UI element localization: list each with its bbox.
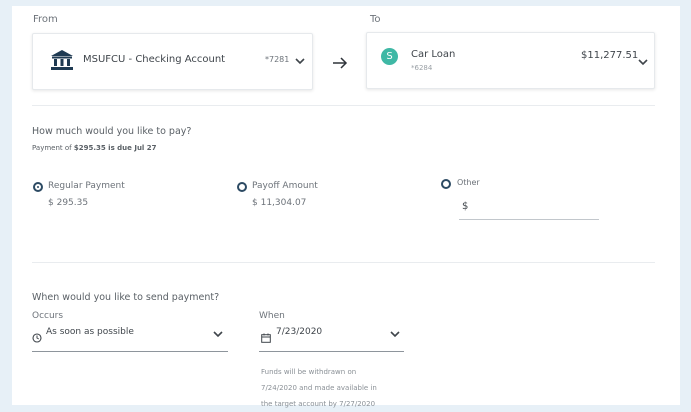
chevron-down-icon [213, 331, 223, 338]
payment-due-prefix: Payment of [32, 144, 74, 152]
when-date-select[interactable]: When 7/23/2020 [259, 311, 404, 357]
payment-due-text: Payment of $295.35 is due Jul 27 [32, 144, 157, 152]
chevron-down-icon [295, 58, 305, 65]
calendar-icon [261, 328, 271, 347]
other-amount-label: Other [457, 178, 480, 187]
to-account-mask: *6284 [411, 64, 433, 72]
regular-payment-label: Regular Payment [48, 181, 125, 191]
bank-icon [51, 50, 73, 74]
clock-icon [32, 328, 42, 347]
radio-unselected-icon[interactable] [237, 182, 247, 192]
note-line: Funds will be withdrawn on [261, 368, 357, 376]
radio-selected-icon[interactable] [33, 182, 43, 192]
when-value: 7/23/2020 [276, 327, 323, 337]
account-avatar: S [381, 48, 398, 65]
payment-question: How much would you like to pay? [32, 126, 192, 137]
when-label: When [259, 311, 285, 321]
chevron-down-icon [390, 331, 400, 338]
occurs-label: Occurs [32, 311, 64, 321]
payoff-amount-label: Payoff Amount [252, 181, 318, 191]
regular-payment-option[interactable]: Regular Payment $ 295.35 [32, 181, 182, 211]
payoff-amount-value: $ 11,304.07 [252, 198, 307, 208]
other-amount-underline [459, 219, 599, 220]
other-amount-option[interactable]: Other $ [441, 178, 601, 226]
chevron-down-icon [638, 59, 648, 66]
from-account-select[interactable]: MSUFCU - Checking Account *7281 [32, 33, 313, 90]
other-amount-input[interactable]: $ [462, 201, 468, 212]
occurs-value: As soon as possible [46, 327, 134, 337]
to-label: To [370, 14, 381, 25]
occurs-select[interactable]: Occurs As soon as possible [32, 311, 228, 357]
transfer-panel: From MSUFCU - Checking Account *7281 To … [12, 6, 680, 408]
from-account-name: MSUFCU - Checking Account [83, 54, 226, 65]
schedule-question: When would you like to send payment? [32, 292, 220, 303]
occurs-underline [32, 351, 228, 352]
regular-payment-amount: $ 295.35 [48, 198, 89, 208]
divider [32, 105, 655, 106]
to-account-select[interactable]: S Car Loan *6284 $11,277.51 [366, 32, 655, 89]
to-account-name: Car Loan [411, 49, 456, 60]
from-label: From [33, 14, 58, 25]
radio-unselected-icon[interactable] [441, 179, 451, 189]
payoff-amount-option[interactable]: Payoff Amount $ 11,304.07 [236, 181, 386, 211]
when-underline [259, 351, 404, 352]
note-line: the target account by 7/27/2020 [261, 400, 376, 408]
to-account-balance: $11,277.51 [581, 50, 639, 61]
from-account-mask: *7281 [265, 55, 290, 64]
payment-due-amount: $295.35 is due Jul 27 [73, 144, 157, 152]
note-line: 7/24/2020 and made available in [261, 384, 377, 392]
divider [32, 262, 655, 263]
arrow-right-icon [332, 54, 348, 73]
